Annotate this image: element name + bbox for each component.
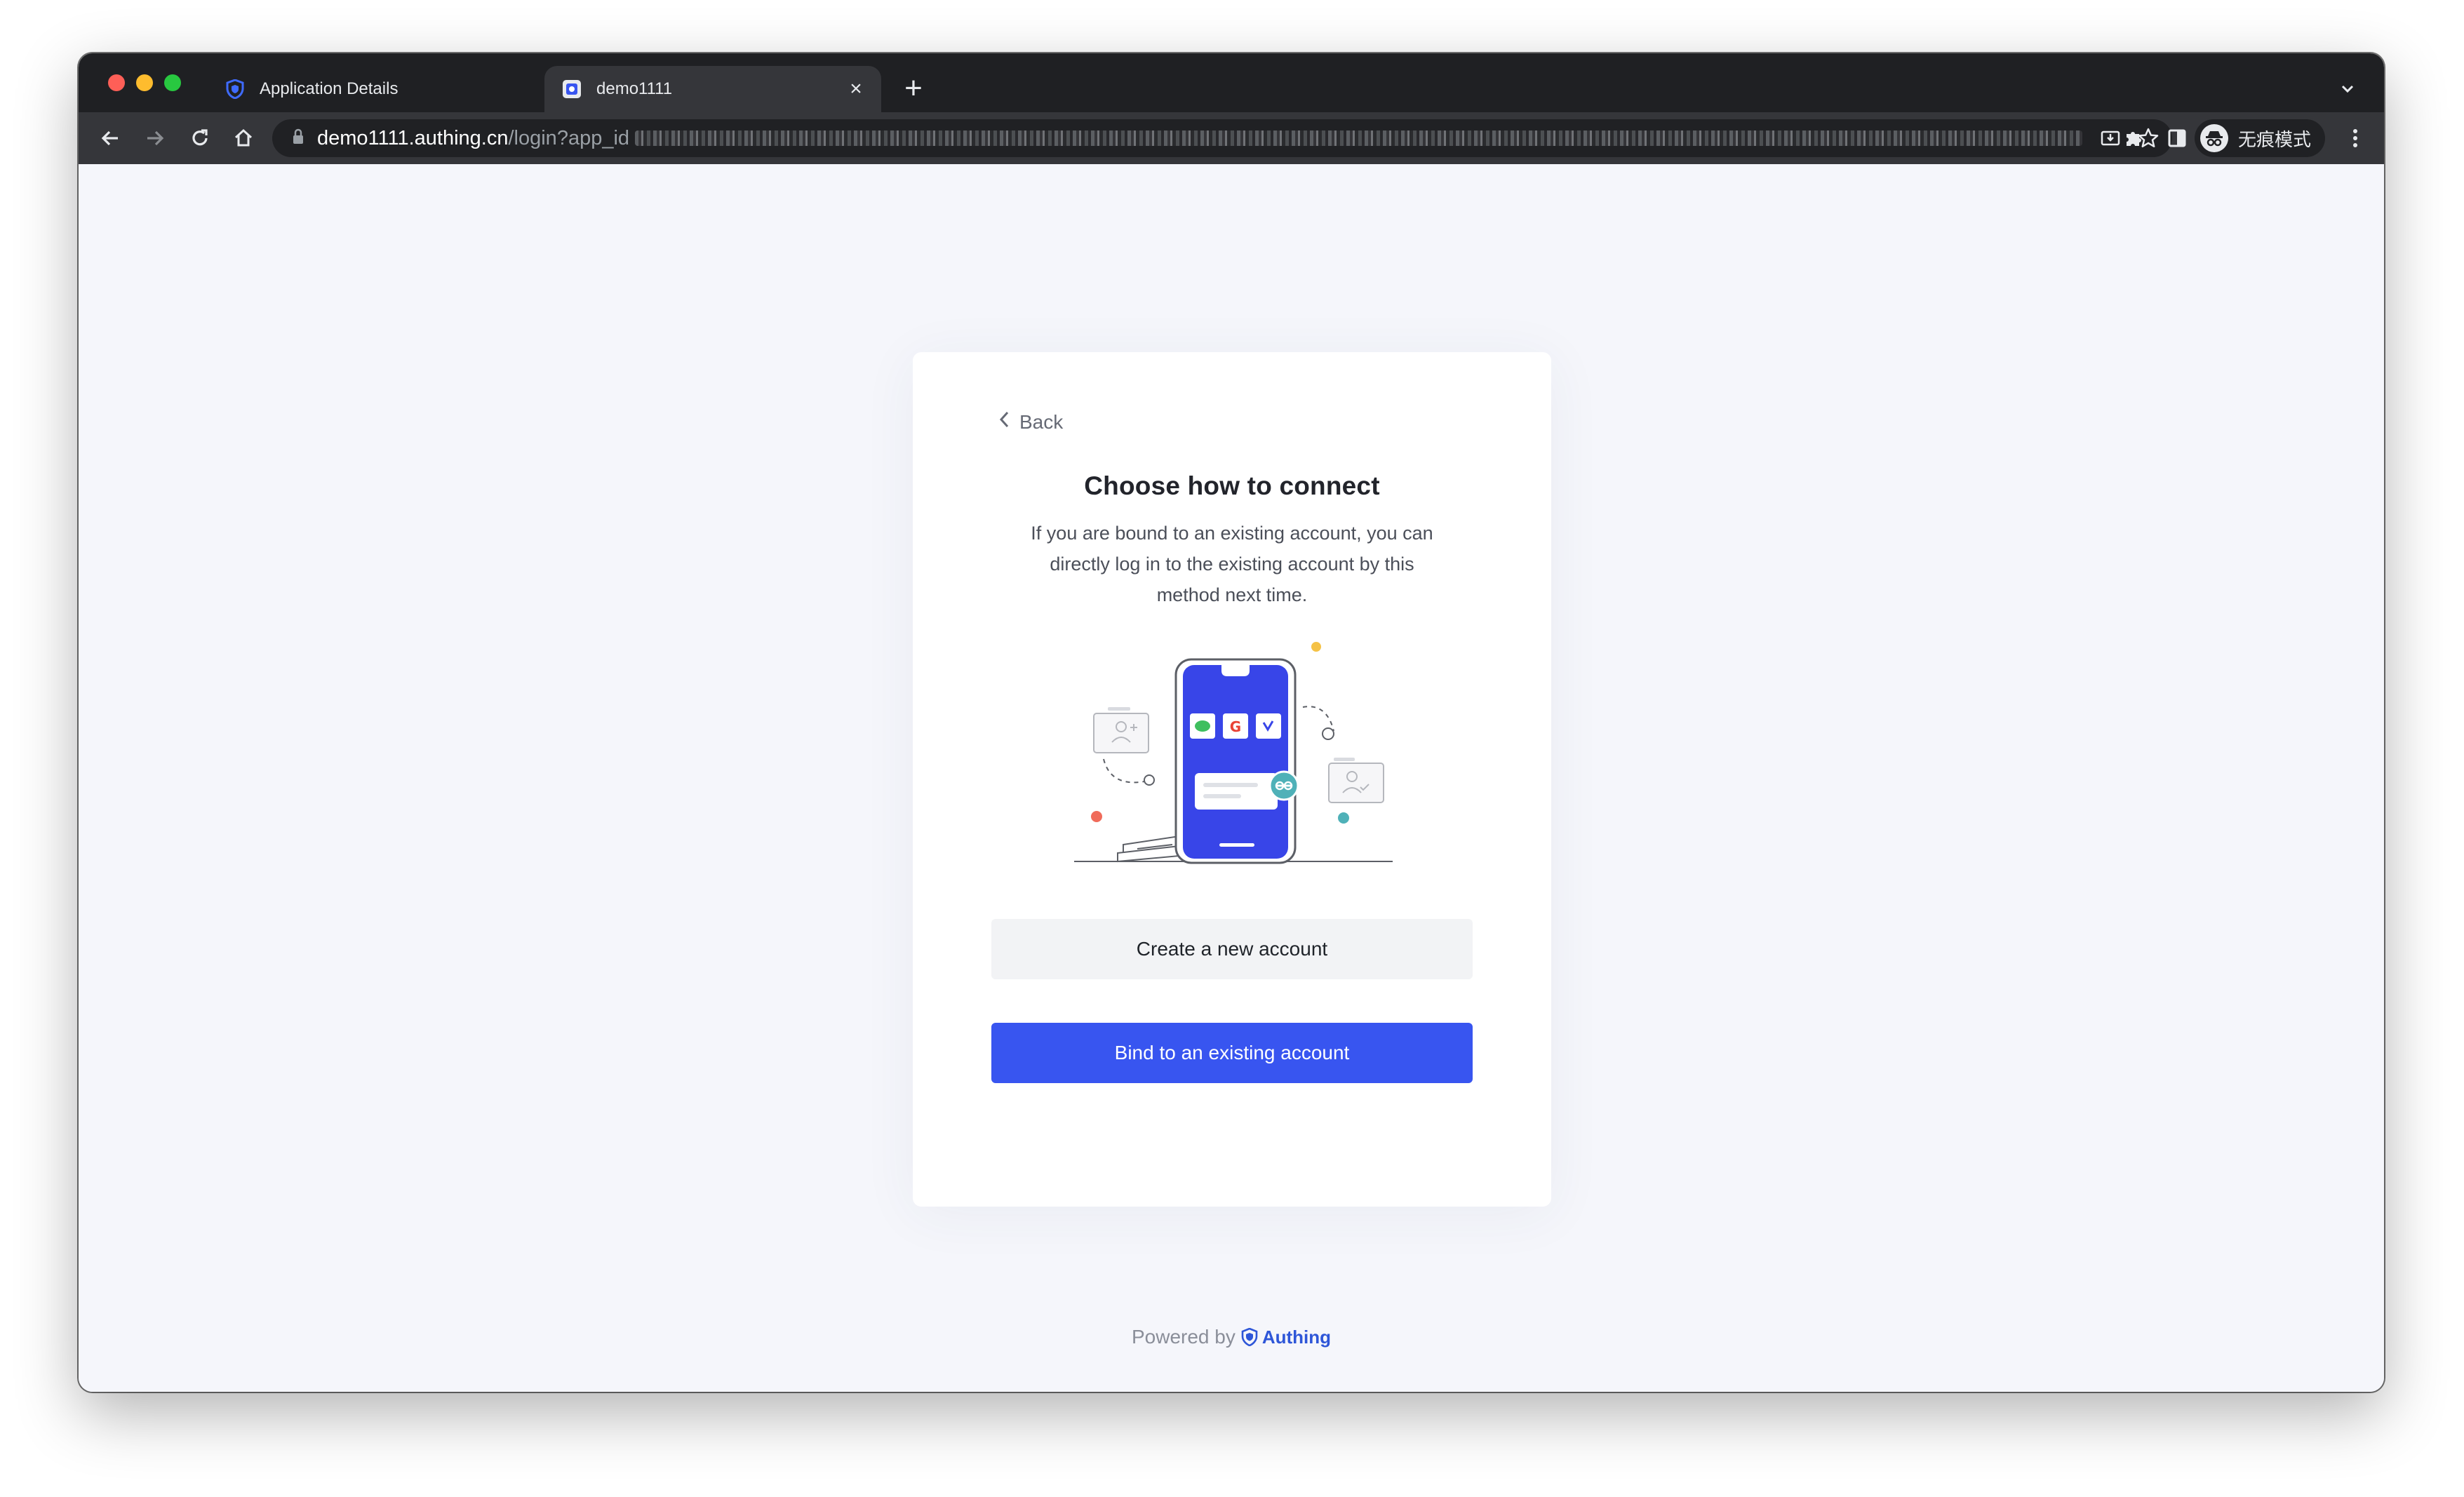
- back-link[interactable]: Back: [997, 410, 1063, 434]
- maximize-window-button[interactable]: [164, 74, 181, 91]
- reload-icon[interactable]: [182, 121, 217, 156]
- new-tab-button[interactable]: +: [895, 70, 932, 107]
- home-icon[interactable]: [226, 121, 261, 156]
- create-account-button[interactable]: Create a new account: [991, 919, 1473, 979]
- more-menu-icon[interactable]: [2338, 121, 2373, 156]
- svg-text:G: G: [1230, 718, 1241, 735]
- tab-search-chevron-icon[interactable]: [2331, 72, 2364, 105]
- address-bar[interactable]: demo1111.authing.cn/login?app_id: [272, 119, 2172, 157]
- tab-demo1111[interactable]: demo1111 ×: [544, 66, 881, 112]
- extensions-icon[interactable]: [2116, 121, 2151, 156]
- back-arrow-icon[interactable]: [93, 121, 128, 156]
- page-content: Back Choose how to connect If you are bo…: [79, 164, 2384, 1392]
- powered-by-label: Powered by: [1131, 1326, 1236, 1348]
- url-text: demo1111.authing.cn/login?app_id: [317, 127, 629, 150]
- url-query-redacted: [635, 130, 2082, 146]
- chevron-left-icon: [997, 410, 1011, 434]
- back-label: Back: [1019, 410, 1064, 433]
- url-host: demo1111.authing.cn: [317, 126, 509, 149]
- page-description: If you are bound to an existing account,…: [1031, 523, 1433, 605]
- url-path: /login?app_id: [508, 126, 630, 149]
- minimize-window-button[interactable]: [136, 74, 153, 91]
- bind-account-button[interactable]: Bind to an existing account: [991, 1023, 1473, 1083]
- authing-logo[interactable]: Authing: [1241, 1327, 1331, 1348]
- close-tab-icon[interactable]: ×: [842, 75, 870, 103]
- incognito-profile-button[interactable]: 无痕模式: [2195, 119, 2325, 157]
- profile-label: 无痕模式: [2238, 128, 2312, 150]
- tab-title: demo1111: [596, 79, 673, 98]
- powered-by-footer: Powered by Authing: [79, 1326, 2384, 1348]
- page-title: Choose how to connect: [1084, 471, 1380, 500]
- authing-shield-icon: [225, 79, 246, 100]
- authing-shield-icon: [1241, 1328, 1258, 1346]
- phone-connect-illustration: G: [1074, 640, 1393, 864]
- forward-arrow-icon[interactable]: [138, 121, 173, 156]
- side-panel-icon[interactable]: [2160, 121, 2195, 156]
- browser-window: Application Details × demo1111 × +: [79, 53, 2384, 1392]
- site-favicon: [561, 79, 582, 100]
- connect-card: Back Choose how to connect If you are bo…: [913, 352, 1551, 1207]
- tab-title: Application Details: [260, 79, 399, 98]
- brand-name: Authing: [1261, 1326, 1332, 1348]
- tab-strip: Application Details × demo1111 × +: [79, 53, 2384, 112]
- lock-icon[interactable]: [292, 128, 304, 149]
- incognito-icon: [2200, 124, 2228, 152]
- close-window-button[interactable]: [108, 74, 125, 91]
- browser-toolbar: demo1111.authing.cn/login?app_id 无痕模式: [79, 112, 2384, 164]
